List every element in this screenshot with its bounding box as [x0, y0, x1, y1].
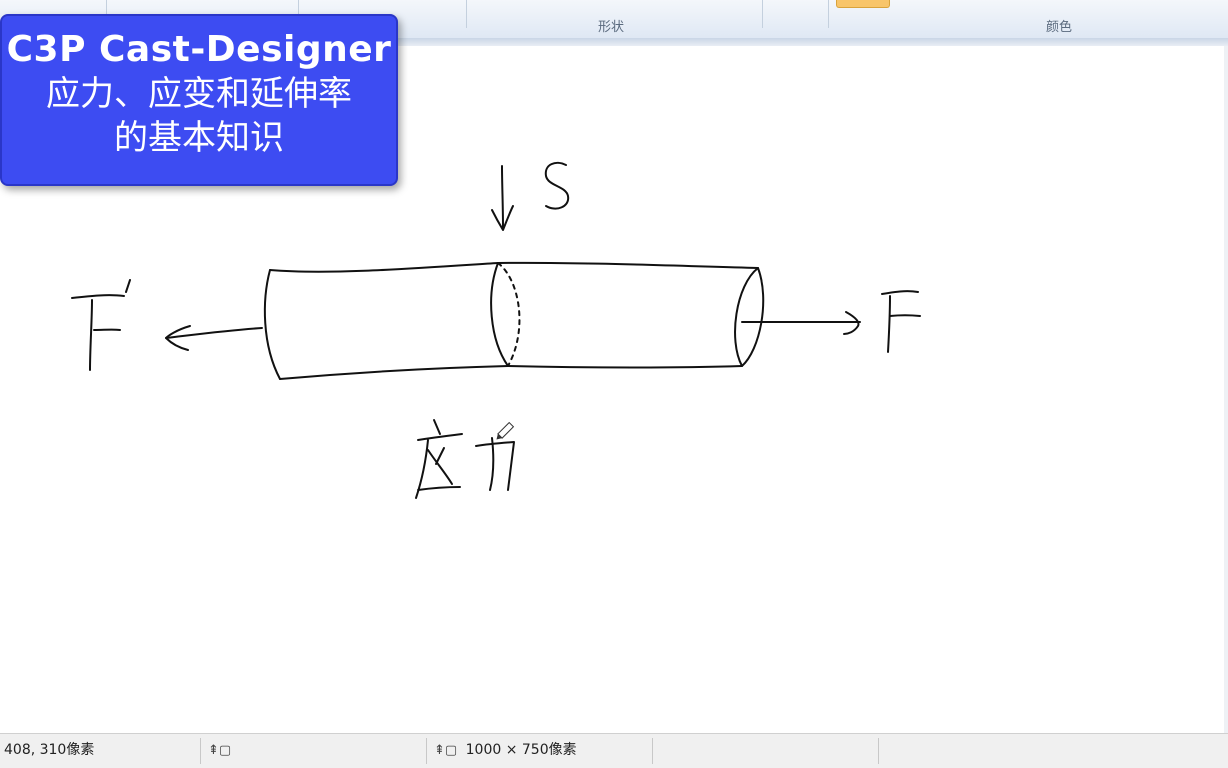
title-overlay: C3P Cast-Designer 应力、应变和延伸率 的基本知识 — [0, 14, 398, 186]
status-divider — [200, 738, 201, 764]
status-divider — [878, 738, 879, 764]
status-bar: 408, 310像素 ⇞▢ ⇞▢ 1000 × 750像素 — [0, 733, 1228, 768]
ribbon-separator — [828, 0, 829, 28]
section-arrow-shaft — [501, 165, 504, 229]
status-divider — [652, 738, 653, 764]
ribbon-separator — [762, 0, 763, 28]
selection-icon: ⇞▢ — [208, 743, 232, 758]
cross-section-front — [490, 262, 509, 367]
ribbon-group-shapes-label: 形状 — [598, 20, 625, 35]
bar-bottom-edge — [279, 365, 743, 380]
label-f-prime-glyph — [71, 279, 131, 371]
canvas-right-edge — [1224, 46, 1228, 733]
image-size-cell: ⇞▢ 1000 × 750像素 — [434, 734, 577, 768]
ribbon-separator — [466, 0, 467, 28]
image-size-icon: ⇞▢ — [434, 743, 458, 758]
bar-right-end — [734, 267, 765, 367]
ribbon-group-colors-label: 颜色 — [1046, 20, 1073, 35]
color-swatch-button[interactable] — [836, 0, 890, 8]
status-divider — [426, 738, 427, 764]
title-line-3: 的基本知识 — [114, 118, 284, 158]
cursor-position-readout: 408, 310像素 — [4, 742, 95, 758]
label-s-glyph — [544, 161, 570, 210]
paint-window: 形状 颜色 C3P Cast-Designer 应力、应变和延伸率 的基本知识 … — [0, 0, 1228, 768]
image-size-readout: 1000 × 750像素 — [465, 742, 577, 758]
handwritten-char-2 — [475, 437, 515, 491]
cross-section-back — [497, 262, 521, 367]
pencil-icon — [496, 421, 515, 440]
title-line-1: C3P Cast-Designer — [6, 29, 392, 70]
label-f-glyph — [881, 290, 921, 353]
handwritten-char-1 — [415, 419, 463, 499]
title-line-2: 应力、应变和延伸率 — [46, 74, 352, 114]
bar-left-end — [263, 269, 281, 380]
bar-top-edge — [269, 261, 759, 273]
selection-size-cell: ⇞▢ — [208, 734, 235, 768]
